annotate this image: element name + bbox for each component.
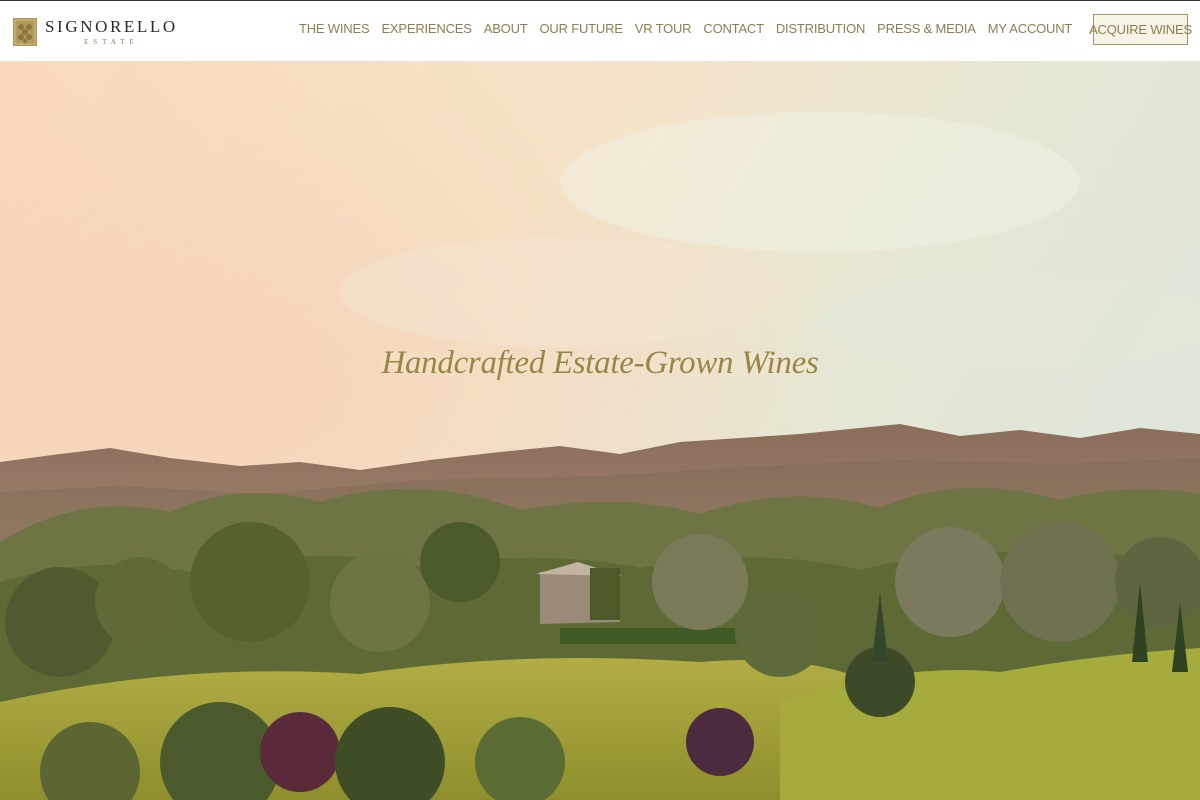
main-nav: THE WINES EXPERIENCES ABOUT OUR FUTURE V… xyxy=(299,20,1072,38)
nav-item-contact[interactable]: CONTACT xyxy=(703,20,764,38)
nav-item-my-account[interactable]: MY ACCOUNT xyxy=(988,20,1073,38)
brand-subtitle: ESTATE xyxy=(84,38,139,46)
hero-banner: Handcrafted Estate-Grown Wines xyxy=(0,62,1200,800)
nav-item-experiences[interactable]: EXPERIENCES xyxy=(381,20,471,38)
acquire-wines-button[interactable]: ACQUIRE WINES xyxy=(1089,14,1192,45)
nav-item-distribution[interactable]: DISTRIBUTION xyxy=(776,20,866,38)
hero-landscape-image xyxy=(0,62,1200,800)
vine-crest-logo-icon xyxy=(12,16,38,48)
nav-item-about[interactable]: ABOUT xyxy=(484,20,528,38)
nav-item-vr-tour[interactable]: VR TOUR xyxy=(635,20,692,38)
brand-name: SIGNORELLO xyxy=(45,17,178,36)
nav-item-the-wines[interactable]: THE WINES xyxy=(299,20,370,38)
brand-logo[interactable]: SIGNORELLO ESTATE xyxy=(12,15,178,49)
nav-item-our-future[interactable]: OUR FUTURE xyxy=(540,20,623,38)
hero-title: Handcrafted Estate-Grown Wines xyxy=(381,345,819,381)
site-header: SIGNORELLO ESTATE THE WINES EXPERIENCES … xyxy=(0,0,1200,62)
nav-item-press-media[interactable]: PRESS & MEDIA xyxy=(877,20,976,38)
